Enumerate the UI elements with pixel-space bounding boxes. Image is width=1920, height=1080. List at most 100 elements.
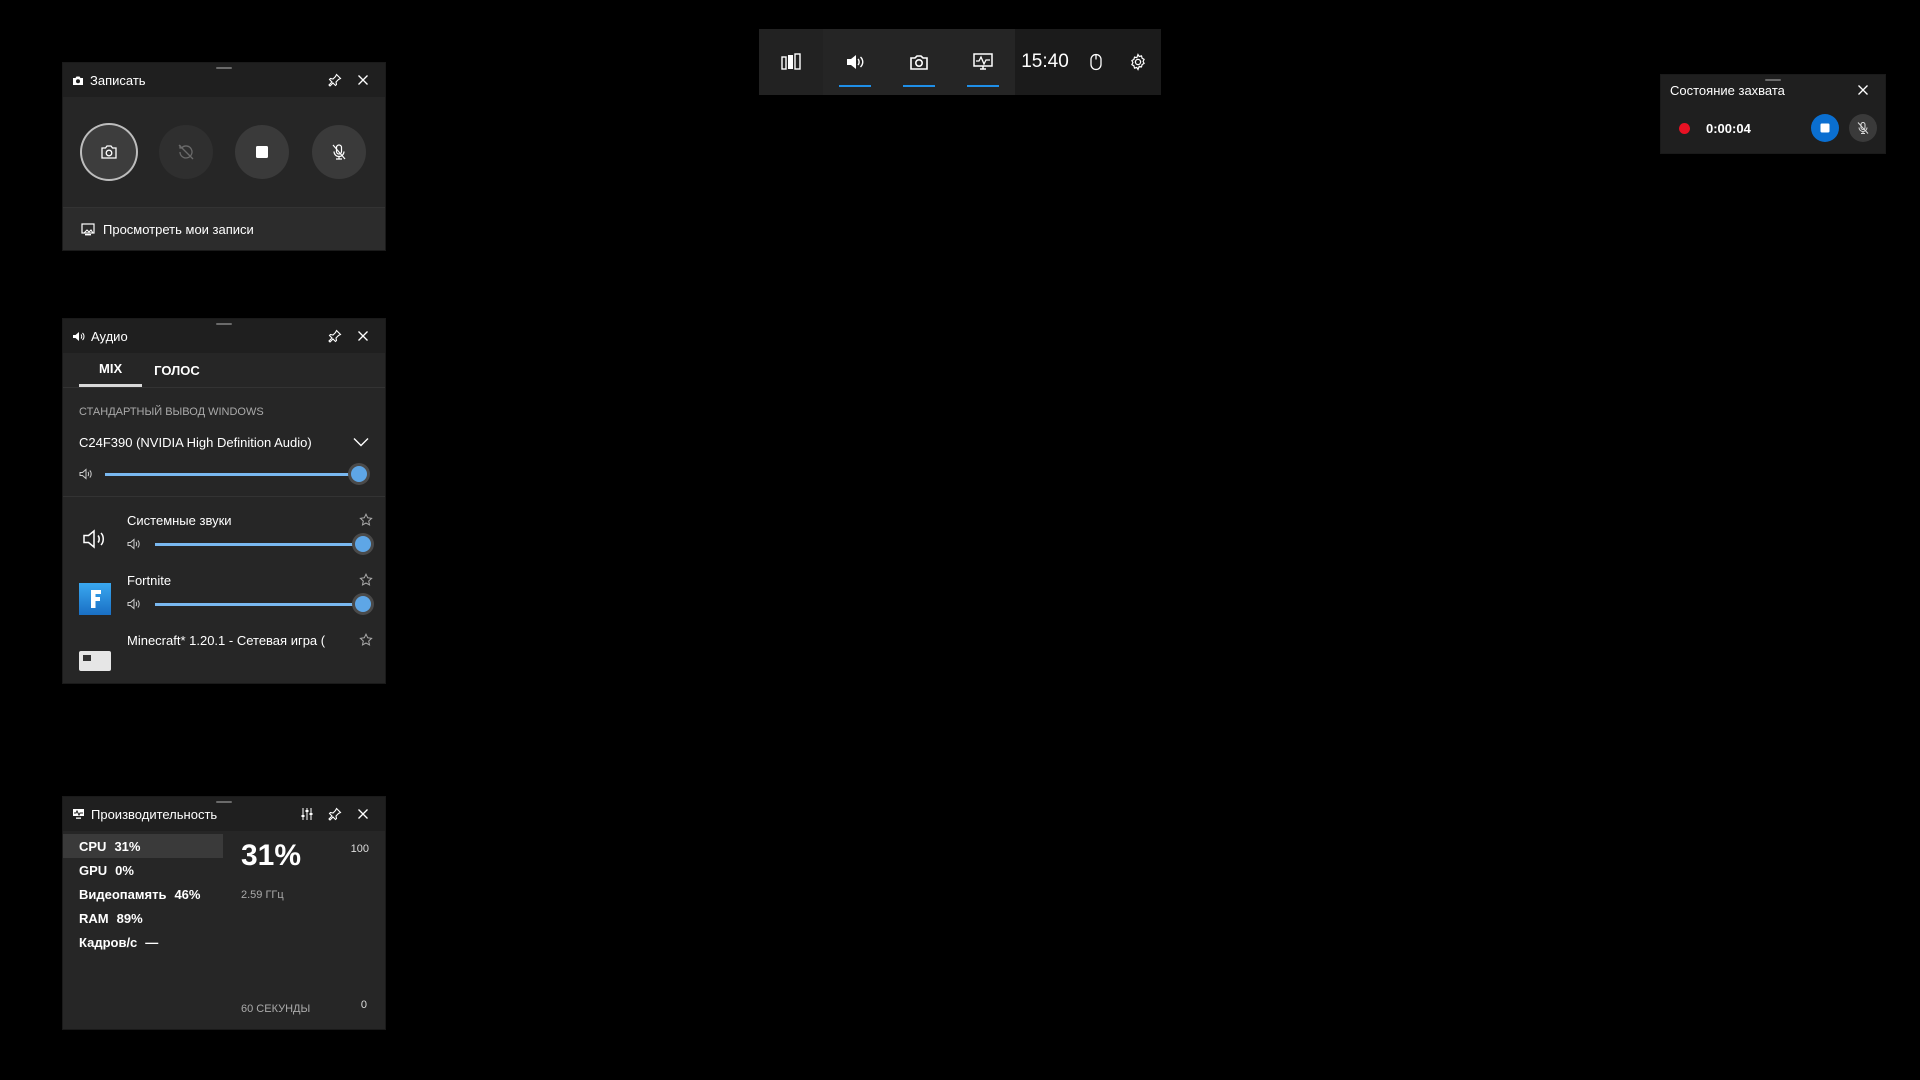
app-volume-slider[interactable] <box>155 596 371 612</box>
metric-label: GPU <box>79 862 108 878</box>
pin-icon <box>328 73 342 87</box>
star-icon[interactable] <box>359 633 373 647</box>
graph-max-label: 100 <box>350 843 369 855</box>
pin-icon <box>328 329 342 343</box>
slider-fill <box>155 602 363 606</box>
performance-title: Производительность <box>91 806 218 822</box>
close-button[interactable] <box>1849 76 1877 104</box>
close-icon <box>357 330 369 342</box>
drag-handle[interactable] <box>216 323 232 325</box>
sliders-icon <box>300 807 314 821</box>
capture-toggle-button[interactable] <box>887 29 951 95</box>
metric-detail: 31% 100 2.59 ГГц 60 СЕКУНДЫ 0 <box>223 831 385 1029</box>
speaker-icon <box>72 331 85 342</box>
camera-icon <box>72 75 84 86</box>
graph-min-label: 0 <box>360 999 367 1011</box>
pin-button[interactable] <box>321 66 349 94</box>
metric-fps[interactable]: Кадров/с — <box>63 930 223 954</box>
capture-status-body: 0:00:04 <box>1661 105 1885 151</box>
metric-big-value: 31% <box>241 839 302 872</box>
audio-tabs: MIX ГОЛОС <box>63 353 385 388</box>
capture-widget: Записать Просмотреть мои записи <box>63 63 385 250</box>
performance-toggle-button[interactable] <box>951 29 1015 95</box>
metric-cpu[interactable]: CPU 31% <box>63 834 223 858</box>
close-button[interactable] <box>349 322 377 350</box>
close-button[interactable] <box>349 66 377 94</box>
screenshot-button[interactable] <box>82 125 137 179</box>
view-recordings-label: Просмотреть мои записи <box>103 221 254 237</box>
star-icon[interactable] <box>359 573 373 587</box>
mic-off-icon <box>1856 121 1870 135</box>
gallery-icon <box>81 222 95 236</box>
minecraft-icon <box>79 643 111 675</box>
capture-status-title: Состояние захвата <box>1670 82 1785 98</box>
mouse-button[interactable] <box>1075 29 1117 95</box>
metric-gpu[interactable]: GPU 0% <box>63 858 223 882</box>
view-recordings-link[interactable]: Просмотреть мои записи <box>63 207 385 250</box>
volume-icon[interactable] <box>79 468 93 480</box>
pin-icon <box>328 807 342 821</box>
slider-thumb[interactable] <box>355 536 371 552</box>
drag-handle[interactable] <box>216 67 232 69</box>
system-sounds-icon <box>79 523 111 555</box>
master-volume-slider[interactable] <box>105 466 367 482</box>
camera-icon <box>100 144 118 160</box>
capture-status-header[interactable]: Состояние захвата <box>1661 75 1885 105</box>
pin-button[interactable] <box>321 800 349 828</box>
stop-recording-button[interactable] <box>235 125 290 179</box>
output-device-name: C24F390 (NVIDIA High Definition Audio) <box>79 434 312 450</box>
pin-button[interactable] <box>321 322 349 350</box>
audio-icon <box>845 53 865 71</box>
audio-header[interactable]: Аудио <box>63 319 385 353</box>
performance-header[interactable]: Производительность <box>63 797 385 831</box>
volume-icon[interactable] <box>127 538 141 550</box>
widget-toggle-group <box>823 29 1015 95</box>
clock: 15:40 <box>1015 29 1075 95</box>
widget-menu-button[interactable] <box>759 29 823 95</box>
close-button[interactable] <box>349 800 377 828</box>
mic-toggle-button[interactable] <box>311 125 366 179</box>
close-icon <box>357 808 369 820</box>
chevron-down-icon <box>353 437 369 447</box>
app-name: Системные звуки <box>127 512 232 528</box>
drag-handle[interactable] <box>1765 79 1781 81</box>
slider-thumb[interactable] <box>351 466 367 482</box>
record-last-button[interactable] <box>158 125 213 179</box>
game-bar: 15:40 <box>759 29 1161 95</box>
metric-value: 89% <box>116 910 143 926</box>
mic-off-icon <box>330 143 348 161</box>
default-output-label: СТАНДАРТНЫЙ ВЫВОД WINDOWS <box>79 406 264 418</box>
widget-menu-icon <box>781 53 801 71</box>
metric-label: RAM <box>79 910 109 926</box>
metric-label: Кадров/с <box>79 934 138 950</box>
app-row-fortnite: Fortnite <box>63 557 385 617</box>
metric-ram[interactable]: RAM 89% <box>63 906 223 930</box>
capture-icon <box>909 53 929 71</box>
cpu-frequency: 2.59 ГГц <box>241 889 284 901</box>
recording-timer: 0:00:04 <box>1706 120 1751 136</box>
app-volume-slider[interactable] <box>155 536 371 552</box>
volume-icon[interactable] <box>127 598 141 610</box>
mouse-icon <box>1089 53 1103 71</box>
star-icon[interactable] <box>359 513 373 527</box>
stop-icon <box>255 145 269 159</box>
audio-widget: Аудио MIX ГОЛОС СТАНДАРТНЫЙ ВЫВОД WINDOW… <box>63 319 385 683</box>
tab-voice[interactable]: ГОЛОС <box>142 353 212 387</box>
app-name: Fortnite <box>127 572 172 588</box>
drag-handle[interactable] <box>216 801 232 803</box>
capture-header[interactable]: Записать <box>63 63 385 97</box>
slider-thumb[interactable] <box>355 596 371 612</box>
audio-toggle-button[interactable] <box>823 29 887 95</box>
metric-value: 0% <box>115 862 134 878</box>
mic-toggle-button[interactable] <box>1849 114 1877 142</box>
settings-button[interactable] <box>1117 29 1159 95</box>
output-device-select[interactable]: C24F390 (NVIDIA High Definition Audio) <box>63 418 385 456</box>
app-row-minecraft: Minecraft* 1.20.1 - Сетевая игра ( <box>63 617 385 675</box>
recording-indicator <box>1679 122 1690 134</box>
metric-vram[interactable]: Видеопамять 46% <box>63 882 223 906</box>
graph-time-label: 60 СЕКУНДЫ <box>241 1003 311 1015</box>
options-button[interactable] <box>293 800 321 828</box>
stop-recording-button[interactable] <box>1811 114 1839 142</box>
tab-mix[interactable]: MIX <box>79 353 143 387</box>
metric-value: 46% <box>174 886 201 902</box>
